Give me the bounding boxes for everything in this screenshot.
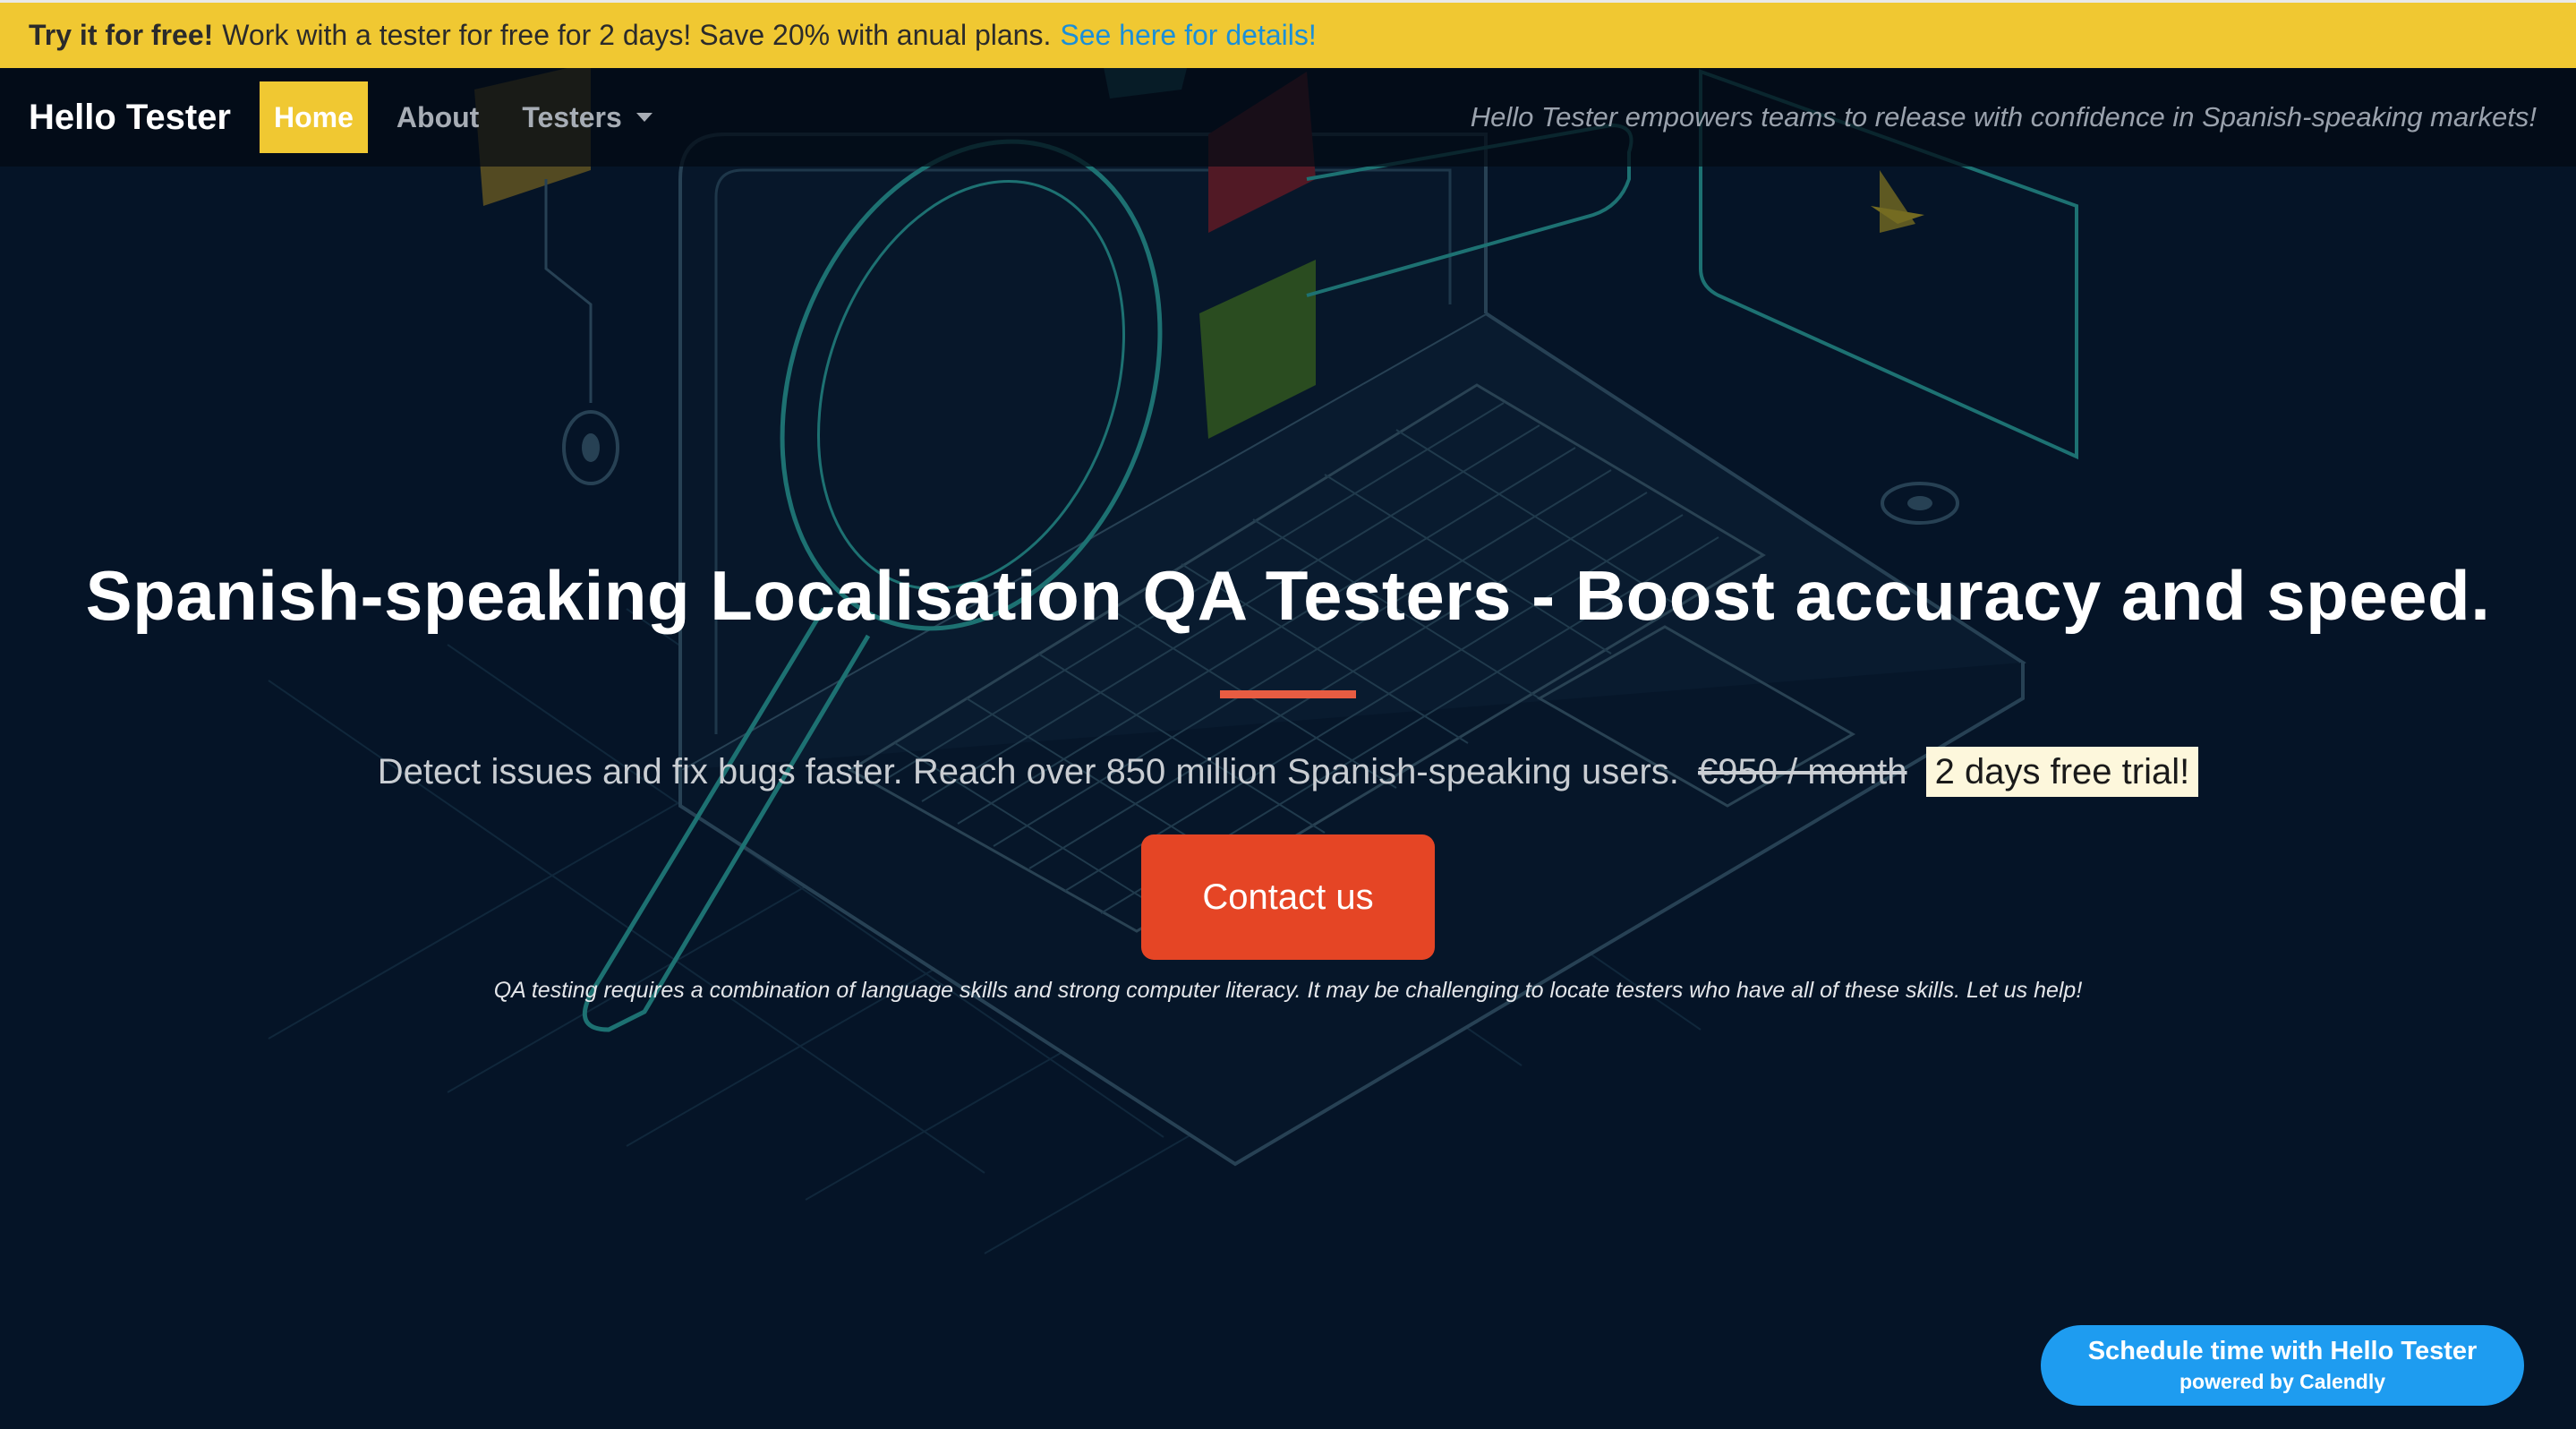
hero-section: Spanish-speaking Localisation QA Testers…	[0, 555, 2576, 1004]
calendly-schedule-button[interactable]: Schedule time with Hello Tester powered …	[2041, 1325, 2524, 1406]
nav-item-testers-label: Testers	[522, 100, 622, 133]
promo-details-link[interactable]: See here for details!	[1060, 19, 1316, 52]
nav-item-about[interactable]: About	[382, 101, 493, 134]
promo-banner: Try it for free! Work with a tester for …	[0, 0, 2576, 68]
hero-title: Spanish-speaking Localisation QA Testers…	[85, 556, 2491, 635]
navbar: Hello Tester Home About Testers Hello Te…	[0, 68, 2576, 167]
calendly-sub-label: powered by Calendly	[2179, 1370, 2386, 1393]
hero-subtitle: Detect issues and fix bugs faster. Reach…	[0, 745, 2576, 799]
contact-us-button[interactable]: Contact us	[1141, 834, 1435, 960]
chevron-down-icon	[635, 113, 653, 122]
old-price: €950 / month	[1698, 752, 1907, 792]
promo-text: Work with a tester for free for 2 days! …	[222, 19, 1052, 51]
calendly-main-label: Schedule time with Hello Tester	[2087, 1337, 2478, 1365]
hero-note: QA testing requires a combination of lan…	[493, 978, 2083, 1003]
nav-tagline: Hello Tester empowers teams to release w…	[1470, 101, 2537, 133]
hero-subtitle-text: Detect issues and fix bugs faster. Reach…	[377, 752, 1679, 792]
promo-bold-text: Try it for free!	[29, 19, 214, 51]
trial-badge: 2 days free trial!	[1925, 747, 2199, 797]
nav-item-home[interactable]: Home	[260, 81, 368, 153]
nav-item-testers[interactable]: Testers	[508, 101, 666, 134]
hero-divider	[1220, 690, 1356, 698]
brand-logo[interactable]: Hello Tester	[29, 98, 231, 138]
